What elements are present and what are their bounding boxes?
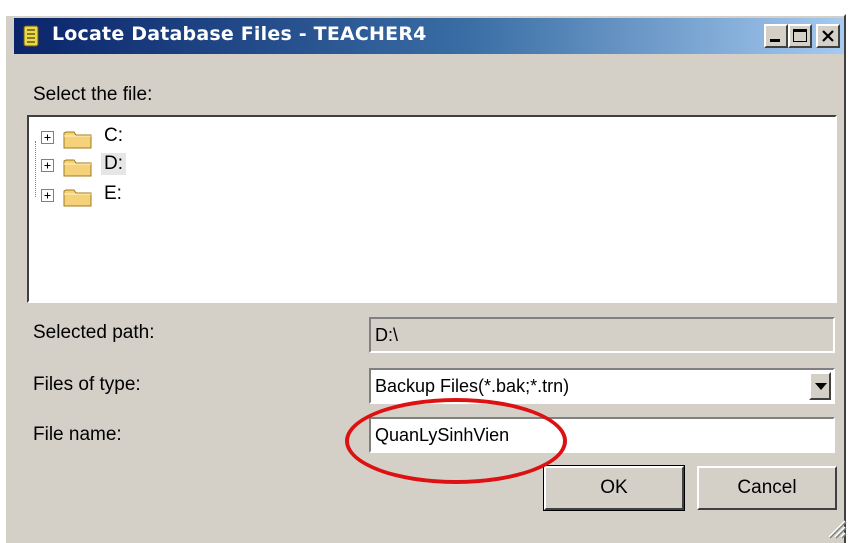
tree-item-e[interactable]: E: bbox=[41, 183, 241, 209]
folder-icon bbox=[63, 159, 92, 177]
expand-icon[interactable] bbox=[41, 159, 54, 172]
selected-path-label: Selected path: bbox=[33, 322, 155, 343]
ok-button[interactable]: OK bbox=[543, 465, 685, 511]
chevron-down-icon bbox=[815, 383, 827, 390]
cancel-button[interactable]: Cancel bbox=[697, 466, 837, 510]
close-button[interactable] bbox=[816, 24, 840, 48]
resize-grip-icon[interactable] bbox=[821, 513, 847, 539]
tree-item-label: E: bbox=[104, 183, 122, 204]
select-file-label: Select the file: bbox=[33, 84, 153, 105]
tree-connector bbox=[35, 141, 36, 197]
expand-icon[interactable] bbox=[41, 189, 54, 202]
tree-item-label: C: bbox=[104, 125, 123, 146]
tree-item-c[interactable]: C: bbox=[41, 125, 241, 151]
selected-path-field: D:\ bbox=[369, 317, 835, 353]
close-icon bbox=[822, 30, 834, 42]
files-of-type-value: Backup Files(*.bak;*.trn) bbox=[375, 376, 570, 396]
minimize-button[interactable] bbox=[764, 24, 788, 48]
window-title: Locate Database Files - TEACHER4 bbox=[52, 23, 427, 45]
title-bar[interactable]: Locate Database Files - TEACHER4 bbox=[14, 18, 844, 54]
tree-item-d[interactable]: D: bbox=[41, 153, 241, 179]
folder-icon bbox=[63, 189, 92, 207]
maximize-button[interactable] bbox=[788, 24, 812, 48]
file-name-input[interactable]: QuanLySinhVien bbox=[369, 417, 835, 453]
tree-item-label: D: bbox=[101, 153, 126, 175]
file-name-label: File name: bbox=[33, 424, 122, 445]
dropdown-button[interactable] bbox=[809, 372, 831, 400]
files-of-type-select[interactable]: Backup Files(*.bak;*.trn) bbox=[369, 368, 835, 404]
database-app-icon bbox=[23, 25, 39, 47]
folder-icon bbox=[63, 131, 92, 149]
files-of-type-label: Files of type: bbox=[33, 374, 141, 395]
file-tree[interactable]: C: D: E: bbox=[27, 115, 837, 303]
minimize-icon bbox=[770, 39, 780, 42]
maximize-icon bbox=[793, 29, 807, 42]
expand-icon[interactable] bbox=[41, 131, 54, 144]
